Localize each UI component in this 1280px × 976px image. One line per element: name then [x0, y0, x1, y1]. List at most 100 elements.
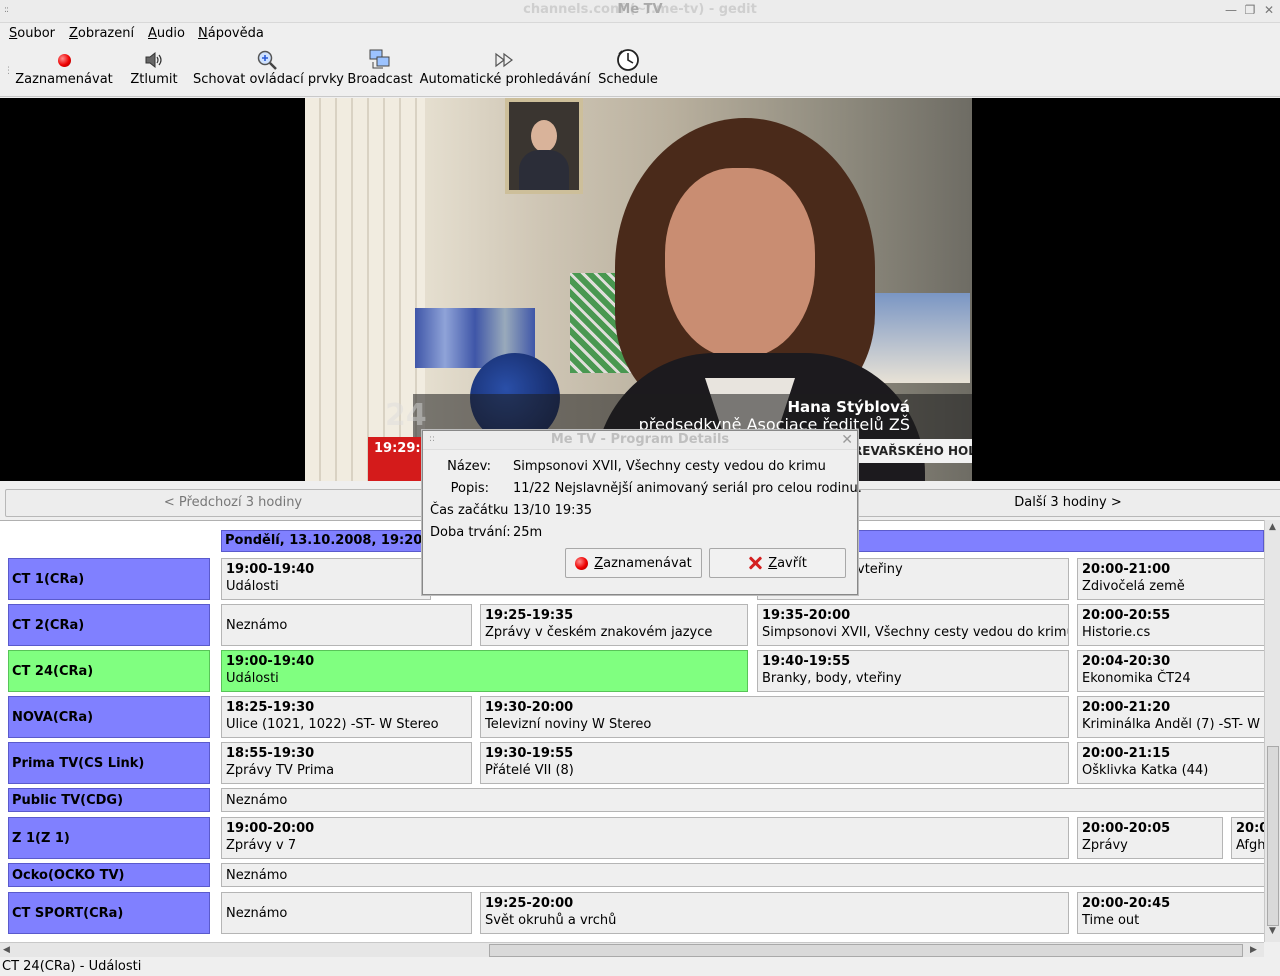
program-cell[interactable]: 19:00-20:00 Zprávy v 7	[221, 817, 1069, 859]
program-time: 19:25-20:00	[485, 896, 574, 911]
program-time: 19:30-19:55	[485, 746, 574, 761]
channel-ct1[interactable]: CT 1(CRa)	[8, 558, 210, 600]
record-mnemonic: Z	[594, 555, 604, 571]
schedule-label: Schedule	[598, 72, 658, 87]
minimize-icon[interactable]: —	[1224, 3, 1238, 17]
menu-audio-mnemonic: A	[148, 26, 157, 41]
program-time: 20:00-20:45	[1082, 896, 1171, 911]
program-details-dialog: Me TV - Program Details :: ✕ Název: Simp…	[422, 430, 862, 595]
program-title: Historie.cs	[1082, 625, 1151, 640]
menu-audio[interactable]: Audio	[148, 26, 185, 41]
dialog-record-label: Zaznamenávat	[594, 556, 692, 571]
program-cell-current[interactable]: 19:00-19:40 Události	[221, 650, 748, 692]
horizontal-scrollbar[interactable]: ◀ ▶	[0, 942, 1264, 958]
dialog-close-label: Zavřít	[768, 556, 807, 571]
dialog-close-icon[interactable]: ✕	[841, 431, 853, 449]
dialog-grip-icon: ::	[429, 434, 436, 444]
auto-scan-button[interactable]: Automatické prohledávání	[419, 48, 591, 94]
program-cell[interactable]: 20:00-20:45 Time out	[1077, 892, 1264, 934]
program-title: Ošklivka Katka (44)	[1082, 763, 1209, 778]
channel-z1[interactable]: Z 1(Z 1)	[8, 817, 210, 859]
window-title: Me TV	[617, 2, 663, 17]
program-cell[interactable]: 19:25-20:00 Svět okruhů a vrchů	[480, 892, 1069, 934]
program-title: Přátelé VII (8)	[485, 763, 574, 778]
close-icon[interactable]: ✕	[1262, 3, 1276, 17]
channel-ocko[interactable]: Ocko(OCKO TV)	[8, 863, 210, 887]
program-cell[interactable]: 20:00-21:15 Ošklivka Katka (44)	[1077, 742, 1264, 784]
program-title: Zprávy v 7	[226, 838, 297, 853]
record-button[interactable]: Zaznamenávat	[14, 48, 114, 94]
dialog-title: Me TV - Program Details	[423, 431, 857, 450]
hide-controls-label: Schovat ovládací prvky	[193, 72, 344, 87]
caption-name: Hana Stýblová	[787, 398, 910, 416]
program-time: 19:00-19:40	[226, 654, 315, 669]
hide-controls-button[interactable]: Schovat ovládací prvky	[193, 48, 344, 94]
close-x-icon	[748, 556, 762, 570]
program-title: Neznámo	[226, 617, 288, 633]
broadcast-button[interactable]: Broadcast	[346, 48, 414, 94]
wall-portrait	[505, 98, 583, 194]
window-titlebar: :: channels.conf (~/.me-tv) - gedit Me T…	[0, 0, 1280, 23]
channel-nova[interactable]: NOVA(CRa)	[8, 696, 210, 738]
menu-help[interactable]: Nápověda	[198, 26, 264, 41]
scroll-right-icon[interactable]: ▶	[1250, 945, 1257, 955]
video-frame: 24 Hana Stýblová předsedkyně Asociace ře…	[305, 98, 972, 481]
auto-scan-label: Automatické prohledávání	[419, 72, 591, 87]
channel-public-tv[interactable]: Public TV(CDG)	[8, 788, 210, 812]
name-value: Simpsonovi XVII, Všechny cesty vedou do …	[513, 459, 826, 474]
maximize-icon[interactable]: ❐	[1243, 3, 1257, 17]
program-cell[interactable]: Neznámo	[221, 892, 472, 934]
start-time-label: Čas začátku	[430, 503, 509, 518]
network-icon	[346, 48, 414, 72]
channel-prima[interactable]: Prima TV(CS Link)	[8, 742, 210, 784]
program-time: 19:25-19:35	[485, 608, 574, 623]
next-3-hours-button[interactable]: Další 3 hodiny >	[817, 489, 1280, 517]
program-cell[interactable]: 20:00-20:05 Zprávy	[1077, 817, 1223, 859]
program-cell[interactable]: 19:25-19:35 Zprávy v českém znakovém jazy…	[480, 604, 748, 646]
program-cell[interactable]: 18:25-19:30 Ulice (1021, 1022) -ST- W Ste…	[221, 696, 472, 738]
menu-view[interactable]: Zobrazení	[69, 26, 134, 41]
program-cell[interactable]: 19:35-20:00 Simpsonovi XVII, Všechny cest…	[757, 604, 1069, 646]
menu-file[interactable]: Soubor	[9, 26, 55, 41]
program-cell[interactable]: 20:00-21:00 Zdivočelá země	[1077, 558, 1264, 600]
program-cell[interactable]: 19:30-20:00 Televizní noviny W Stereo	[480, 696, 1069, 738]
program-title: Neznámo	[226, 867, 288, 883]
program-cell[interactable]: Neznámo	[221, 788, 1264, 812]
previous-3-hours-button[interactable]: < Předchozí 3 hodiny	[5, 489, 461, 517]
video-area[interactable]: 24 Hana Stýblová předsedkyně Asociace ře…	[0, 98, 1280, 481]
vertical-scrollbar[interactable]: ▲ ▼	[1264, 520, 1280, 942]
horizontal-scroll-thumb[interactable]	[489, 944, 1243, 957]
channel-ct-sport[interactable]: CT SPORT(CRa)	[8, 892, 210, 934]
program-cell[interactable]: 19:40-19:55 Branky, body, vteřiny	[757, 650, 1069, 692]
scroll-down-icon[interactable]: ▼	[1269, 926, 1276, 936]
program-cell[interactable]: 19:30-19:55 Přátelé VII (8)	[480, 742, 1069, 784]
duration-label: Doba trvání:	[430, 525, 511, 540]
vertical-scroll-thumb[interactable]	[1267, 746, 1279, 926]
program-cell[interactable]: 19:00-19:40 Události	[221, 558, 431, 600]
channel-ct2[interactable]: CT 2(CRa)	[8, 604, 210, 646]
dialog-record-button[interactable]: Zaznamenávat	[565, 548, 702, 578]
record-label-rest: aznamenávat	[603, 555, 692, 571]
program-time: 18:55-19:30	[226, 746, 315, 761]
program-time: 19:40-19:55	[762, 654, 851, 669]
channel-ct24[interactable]: CT 24(CRa)	[8, 650, 210, 692]
program-cell[interactable]: 20:04-20:30 Ekonomika ČT24	[1077, 650, 1264, 692]
program-cell[interactable]: 20:00-20:55 Historie.cs	[1077, 604, 1264, 646]
mute-label: Ztlumit	[130, 72, 178, 87]
mute-button[interactable]: Ztlumit	[130, 48, 178, 94]
program-cell[interactable]: Neznámo	[221, 863, 1264, 887]
program-time: 20:00-20:05	[1082, 821, 1171, 836]
program-cell[interactable]: 20:00-21:20 Kriminálka Anděl (7) -ST- W S…	[1077, 696, 1264, 738]
program-title: Svět okruhů a vrchů	[485, 913, 617, 928]
scroll-up-icon[interactable]: ▲	[1269, 522, 1276, 532]
schedule-button[interactable]: Schedule	[597, 48, 659, 94]
program-cell[interactable]: 20:0 Afgh	[1231, 817, 1264, 859]
dialog-close-button[interactable]: Zavřít	[709, 548, 846, 578]
scroll-left-icon[interactable]: ◀	[3, 945, 10, 955]
menu-view-label: obrazení	[77, 26, 135, 41]
program-title: Zprávy TV Prima	[226, 763, 335, 778]
broadcast-clock: 19:29:0	[368, 437, 430, 481]
program-cell[interactable]: 18:55-19:30 Zprávy TV Prima	[221, 742, 472, 784]
program-time: 20:00-21:15	[1082, 746, 1171, 761]
program-cell[interactable]: Neznámo	[221, 604, 472, 646]
